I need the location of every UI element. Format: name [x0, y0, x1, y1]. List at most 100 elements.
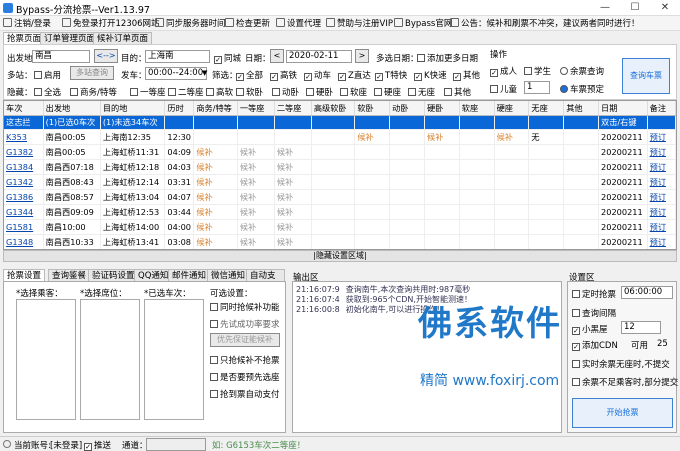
minimize-button[interactable]: —	[590, 0, 620, 16]
student-checkbox[interactable]: 学生	[524, 65, 551, 77]
table-row[interactable]: G1382 南昌00:05 上海虹桥11:31 04:09 候补 候补 候补 20200211…	[4, 144, 676, 161]
menu-login[interactable]: 注销/登录	[3, 17, 51, 29]
hide-business[interactable]: 商务/特等	[70, 86, 117, 98]
opt-autopay[interactable]: 抢到票自动支付	[210, 388, 280, 400]
filter-dongche[interactable]: ✓ 动车	[304, 69, 331, 81]
same-city-checkbox[interactable]: ✓ 同城	[214, 52, 241, 64]
column-header[interactable]: 软卧	[354, 101, 391, 116]
opt-waitlist[interactable]: 同时抢候补功能	[210, 301, 280, 313]
tab-qq[interactable]: QQ通知	[134, 269, 173, 281]
table-row[interactable]: G1581 南昌10:00 上海虹桥14:00 04:00 候补 候补 候补 20200211…	[4, 219, 676, 235]
column-header[interactable]: 出发地	[43, 101, 101, 116]
date-input[interactable]: 2020-02-11	[286, 50, 352, 63]
menu-check-update[interactable]: 检查更新	[225, 17, 270, 29]
channel-input[interactable]	[146, 438, 206, 451]
train-list[interactable]	[144, 299, 204, 420]
tab-grab-settings[interactable]: 抢票设置	[3, 269, 46, 281]
column-header[interactable]: 商务/特等	[193, 101, 238, 116]
blacklist-stepper[interactable]: 12	[621, 321, 661, 334]
menu-website[interactable]: Bypass官网	[394, 17, 452, 29]
table-cell[interactable]: G1348	[4, 234, 44, 249]
column-header[interactable]: 高级软卧	[311, 101, 356, 116]
remaining-radio[interactable]: 余票查询	[560, 65, 604, 77]
menu-proxy[interactable]: 设置代理	[276, 17, 321, 29]
menu-open-12306[interactable]: 免登录打开12306网站	[62, 17, 160, 29]
table-row[interactable]: 这志拦 (1)已选0车次 (1)未选34车次 双击/右键	[4, 115, 676, 131]
swap-button[interactable]: <-->	[94, 49, 118, 63]
table-cell[interactable]: 预订	[647, 129, 676, 146]
passenger-list[interactable]	[16, 299, 76, 420]
table-cell[interactable]: G1384	[4, 159, 44, 176]
waitlist-priority-select[interactable]: 优先保证能候补	[210, 333, 280, 347]
enable-multi-station-checkbox[interactable]: 启用	[34, 69, 61, 81]
partial-submit-checkbox[interactable]: 余票不足乘客时,部分提交	[572, 376, 678, 388]
timer-input[interactable]: 06:00:00	[621, 286, 673, 299]
table-row[interactable]: G1386 南昌西08:57 上海虹桥13:04 04:07 候补 候补 候补 2020021…	[4, 189, 676, 205]
column-header[interactable]: 一等座	[237, 101, 275, 116]
hide-ruanwo[interactable]: 软卧	[236, 86, 263, 98]
tab-email[interactable]: 邮件通知	[168, 269, 211, 281]
filter-z[interactable]: ✓ Z直达	[338, 69, 371, 81]
filter-all[interactable]: ✓ 全部	[236, 69, 263, 81]
column-header[interactable]: 动卧	[389, 101, 425, 116]
tab-autopay[interactable]: 自动支付	[246, 269, 285, 293]
table-cell[interactable]	[647, 115, 676, 131]
table-row[interactable]: G1384 南昌西07:18 上海虹桥12:18 04:03 候补 候补 候补 2020021…	[4, 159, 676, 176]
prev-date-button[interactable]: <	[270, 49, 284, 63]
table-cell[interactable]: 预订	[647, 234, 676, 249]
table-row[interactable]: G1344 南昌西09:09 上海虹桥12:53 03:44 候补 候补 候补 2020021…	[4, 204, 676, 220]
filter-gaotie[interactable]: ✓ 高铁	[270, 69, 297, 81]
column-header[interactable]: 其他	[563, 101, 600, 116]
table-row[interactable]: G1348 南昌西10:33 上海虹桥13:41 03:08 候补 候补 候补 2020021…	[4, 234, 676, 249]
table-cell[interactable]: G1342	[4, 174, 44, 190]
hide-other[interactable]: 其他	[444, 86, 471, 98]
from-input[interactable]: 南昌	[32, 50, 90, 63]
opt-success-rate[interactable]: 先试成功率要求	[210, 318, 280, 330]
hide-gaoruan[interactable]: 高软	[206, 86, 233, 98]
hide-first[interactable]: 一等座	[130, 86, 166, 98]
blacklist-checkbox[interactable]: ✓ 小黑屋	[572, 323, 608, 335]
column-header[interactable]: 硬卧	[424, 101, 460, 116]
column-header[interactable]: 日期	[598, 101, 648, 116]
column-header[interactable]: 目的地	[100, 101, 166, 116]
close-button[interactable]: ✕	[650, 0, 680, 16]
adult-checkbox[interactable]: ✓ 成人	[490, 65, 517, 77]
table-cell[interactable]: 预订	[647, 189, 676, 205]
column-header[interactable]: 二等座	[274, 101, 312, 116]
hide-yingwo[interactable]: 硬卧	[306, 86, 333, 98]
hide-wuzuo[interactable]: 无座	[408, 86, 435, 98]
column-header[interactable]: 备注	[647, 101, 676, 116]
hide-all[interactable]: 全选	[34, 86, 61, 98]
tab-query-settings[interactable]: 查询鉴餐	[48, 269, 91, 281]
table-cell[interactable]: 预订	[647, 204, 676, 220]
to-input[interactable]: 上海南	[145, 50, 210, 63]
column-header[interactable]: 软座	[459, 101, 495, 116]
table-cell[interactable]: G1581	[4, 219, 44, 235]
push-checkbox[interactable]: ✓ 推送	[84, 439, 111, 451]
start-grab-button[interactable]: 开始抢票	[572, 398, 673, 428]
hide-second[interactable]: 二等座	[168, 86, 204, 98]
table-cell[interactable]: G1386	[4, 189, 44, 205]
table-cell[interactable]: 这志拦	[4, 115, 44, 131]
table-row[interactable]: K353 南昌00:05 上海南12:35 12:30 候补 候补 候补无 20200211 预…	[4, 129, 676, 146]
table-row[interactable]: G1342 南昌西08:43 上海虹桥12:14 03:31 候补 候补 候补 2020021…	[4, 174, 676, 190]
query-tickets-button[interactable]: 查询车票	[622, 58, 670, 94]
booking-radio[interactable]: 车票预定	[560, 83, 604, 95]
add-dates-checkbox[interactable]: 添加更多日期	[417, 52, 478, 64]
tab-wechat[interactable]: 微信通知	[207, 269, 250, 281]
timer-checkbox[interactable]: 定时抢票	[572, 288, 616, 300]
column-header[interactable]: 硬座	[494, 101, 530, 116]
menu-notice[interactable]: 公告：候补和刷票不冲突，建议两者同时进行！	[450, 17, 640, 29]
hide-yingzuo[interactable]: 硬座	[374, 86, 401, 98]
column-header[interactable]: 车次	[4, 101, 44, 116]
table-cell[interactable]: G1382	[4, 144, 44, 161]
multi-station-query-button[interactable]: 多站查询	[70, 66, 114, 80]
tab-captcha[interactable]: 验证码设置	[88, 269, 139, 281]
filter-k[interactable]: ✓ K快速	[414, 69, 447, 81]
child-checkbox[interactable]: 儿童	[490, 83, 517, 95]
maximize-button[interactable]: ☐	[620, 0, 650, 16]
child-count-stepper[interactable]: 1	[524, 81, 550, 94]
interval-checkbox[interactable]: 查询间隔	[572, 307, 616, 319]
no-seat-checkbox[interactable]: 实时余票无座时,不提交	[572, 358, 670, 370]
table-cell[interactable]: 预订	[647, 159, 676, 176]
